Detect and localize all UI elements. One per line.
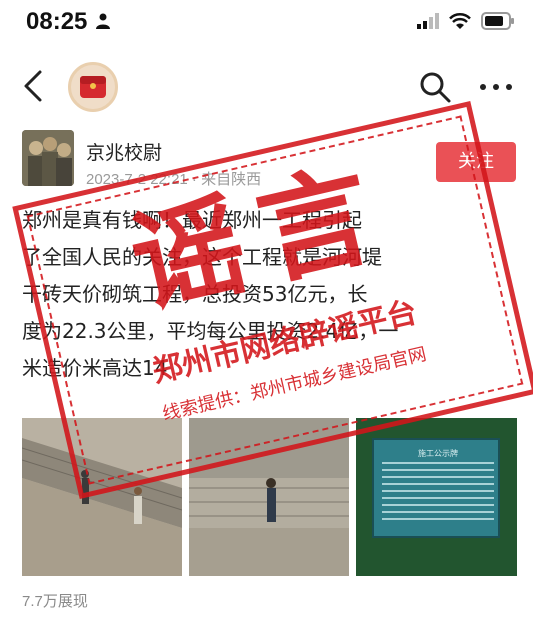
notice-board: 施工公示牌 xyxy=(372,438,500,538)
avatar-image xyxy=(22,130,74,186)
status-icons xyxy=(417,10,515,32)
notice-title: 施工公示牌 xyxy=(418,449,458,458)
person-icon xyxy=(96,13,110,29)
photo-notice-board[interactable]: 施工公示牌 xyxy=(356,418,517,576)
author-name[interactable]: 京兆校尉 xyxy=(86,138,162,165)
avatar[interactable] xyxy=(22,130,74,186)
app-logo-icon xyxy=(80,76,106,98)
back-icon[interactable] xyxy=(18,68,48,104)
battery-icon xyxy=(481,12,514,30)
notice-text-lines xyxy=(382,462,494,525)
wifi-icon xyxy=(449,13,471,29)
more-icon[interactable] xyxy=(478,80,514,94)
signal-icon xyxy=(417,13,439,29)
search-icon[interactable] xyxy=(418,70,452,104)
app-logo[interactable] xyxy=(68,62,118,112)
status-time: 08:25 xyxy=(26,8,88,35)
view-count: 7.7万展现 xyxy=(22,593,88,610)
status-bar: 08:25 xyxy=(0,0,533,46)
